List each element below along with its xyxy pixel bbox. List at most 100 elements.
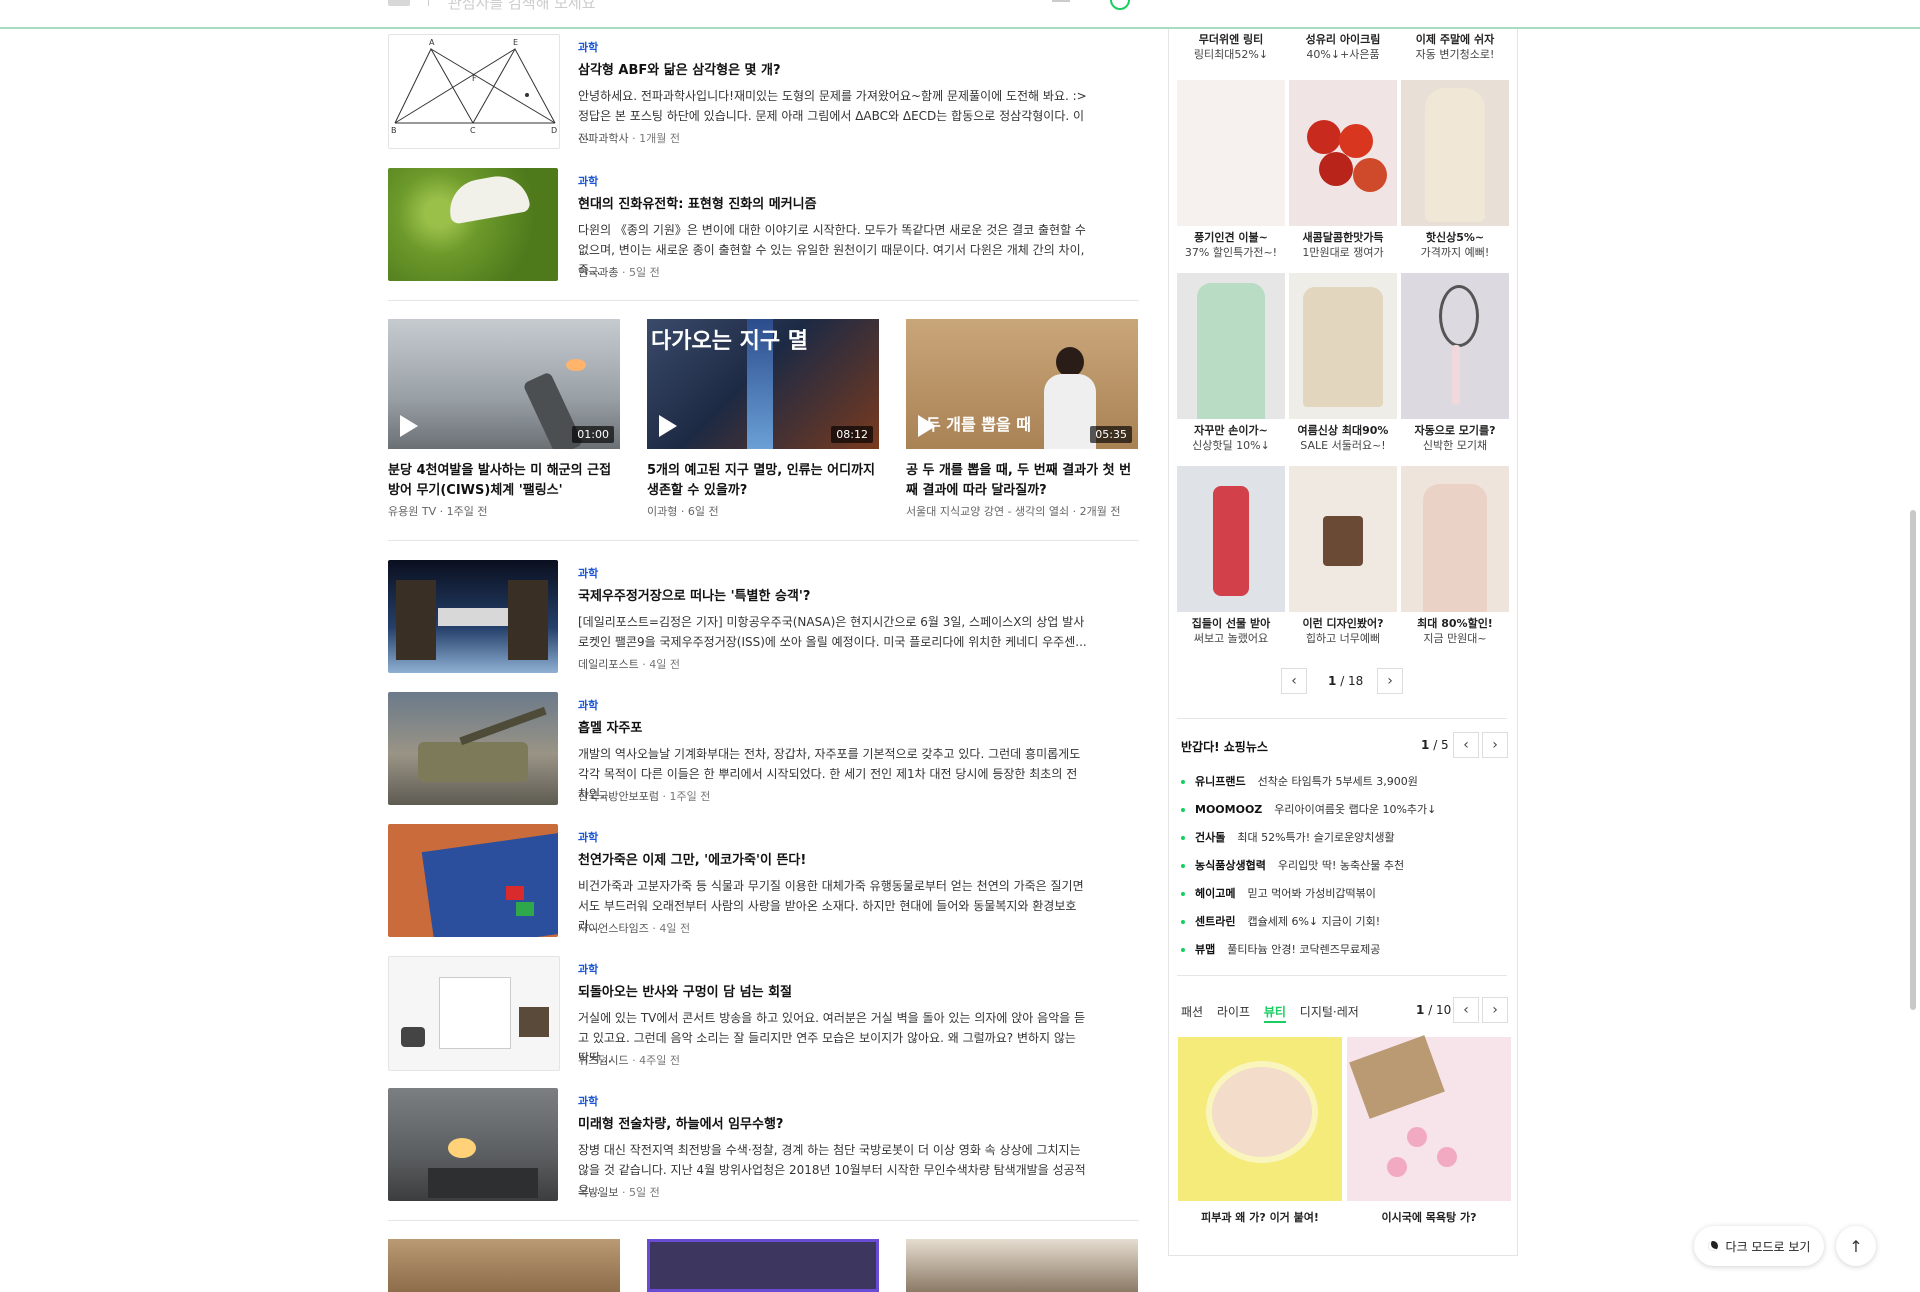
news-text[interactable]: 최대 52%특가! 슬기로운양치생활 (1237, 831, 1394, 844)
article-thumbnail[interactable] (388, 168, 558, 281)
news-brand[interactable]: 건사돌 (1195, 831, 1225, 844)
list-item[interactable]: MOOMOOZ 우리아이여름옷 랩다운 10%추가↓ (1181, 801, 1436, 817)
next-page-button[interactable]: › (1482, 732, 1508, 758)
news-brand[interactable]: 센트라린 (1195, 915, 1235, 928)
video-title[interactable]: 분당 4천여발을 발사하는 미 해군의 근접방어 무기(CIWS)체계 '팰링스… (388, 461, 620, 501)
search-input[interactable]: 관심사를 검색해 보세요 (448, 0, 596, 13)
article-source[interactable]: 위즈덤시드 (578, 1054, 629, 1067)
news-brand[interactable]: 헤이고메 (1195, 887, 1235, 900)
product-name[interactable]: 이런 디자인봤어? (1289, 615, 1397, 631)
play-icon[interactable] (918, 415, 936, 437)
video-thumbnail[interactable] (388, 1239, 620, 1292)
video-source[interactable]: 유용원 TV (388, 505, 436, 518)
tab-digital-leisure[interactable]: 디지털·레저 (1300, 1005, 1359, 1019)
product-image[interactable] (1289, 273, 1397, 419)
article-source[interactable]: 한국국방안보포럼 (578, 790, 659, 803)
article-source[interactable]: 전파과학사 (578, 132, 629, 145)
logo[interactable] (388, 0, 410, 6)
product-image[interactable] (1177, 80, 1285, 226)
product-name[interactable]: 새콤달콤한맛가득 (1289, 229, 1397, 245)
keyboard-icon[interactable] (1052, 0, 1070, 2)
play-icon[interactable] (400, 415, 418, 437)
product-image[interactable] (1401, 80, 1509, 226)
news-text[interactable]: 우리입맛 딱! 농축산물 추천 (1278, 859, 1404, 872)
product-caption[interactable]: 이시국에 목욕탕 가? (1347, 1209, 1511, 1225)
product-name[interactable]: 최대 80%할인! (1401, 615, 1509, 631)
product-name[interactable]: 풍기인견 이불~ (1177, 229, 1285, 245)
list-item[interactable]: 헤이고메 믿고 먹어봐 가성비갑떡볶이 (1181, 885, 1376, 901)
product-name[interactable]: 핫신상5%~ (1401, 229, 1509, 245)
video-title[interactable]: 공 두 개를 뽑을 때, 두 번째 결과가 첫 번째 결과에 따라 달라질까? (906, 461, 1138, 501)
news-brand[interactable]: 유니프랜드 (1195, 775, 1246, 788)
article-thumbnail[interactable] (388, 560, 558, 673)
news-text[interactable]: 선착순 타임특가 5부세트 3,900원 (1258, 775, 1418, 788)
news-text[interactable]: 믿고 먹어봐 가성비갑떡볶이 (1247, 887, 1375, 900)
product-name[interactable]: 성유리 아이크림 (1289, 31, 1397, 47)
video-thumbnail[interactable] (647, 1239, 879, 1292)
article-source[interactable]: 사이언스타임즈 (578, 922, 649, 935)
video-thumbnail[interactable] (906, 1239, 1138, 1292)
product-caption[interactable]: 피부과 왜 가? 이거 붙여! (1178, 1209, 1342, 1225)
article-source[interactable]: 국방일보 (578, 1186, 618, 1199)
list-item[interactable]: 농식품상생협력 우리입맛 딱! 농축산물 추천 (1181, 857, 1404, 873)
product-image[interactable] (1289, 80, 1397, 226)
news-brand[interactable]: MOOMOOZ (1195, 803, 1262, 816)
article-title[interactable]: 국제우주정거장으로 떠나는 '특별한 승객'? (578, 585, 810, 604)
list-item[interactable]: 건사돌 최대 52%특가! 슬기로운양치생활 (1181, 829, 1395, 845)
product-image[interactable] (1289, 466, 1397, 612)
tab-beauty[interactable]: 뷰티 (1263, 1005, 1286, 1023)
article-title[interactable]: 흡멜 자주포 (578, 717, 642, 736)
product-image[interactable] (1347, 1035, 1511, 1201)
article-title[interactable]: 삼각형 ABF와 닮은 삼각형은 몇 개? (578, 59, 781, 78)
tab-fashion[interactable]: 패션 (1181, 1005, 1203, 1019)
product-image[interactable] (1178, 1037, 1342, 1201)
prev-page-button[interactable]: ‹ (1281, 668, 1307, 694)
article-title[interactable]: 현대의 진화유전학: 표현형 진화의 메커니즘 (578, 193, 817, 212)
product-name[interactable]: 이제 주말에 쉬자 (1401, 31, 1509, 47)
article-thumbnail[interactable]: A E B C D F (388, 34, 560, 149)
article-title[interactable]: 되돌아오는 반사와 구멍이 담 넘는 회절 (578, 981, 792, 1000)
video-thumbnail[interactable]: 두 개를 뽑을 때 05:35 (906, 319, 1138, 449)
product-image[interactable] (1177, 273, 1285, 419)
video-source[interactable]: 서울대 지식교양 강연 - 생각의 열쇠 (906, 505, 1069, 518)
news-brand[interactable]: 뷰맵 (1195, 943, 1215, 956)
product-image[interactable] (1401, 273, 1509, 419)
article-summary[interactable]: [데일리포스트=김정은 기자] 미항공우주국(NASA)은 현지시간으로 6월 … (578, 612, 1088, 652)
news-brand[interactable]: 농식품상생협력 (1195, 859, 1266, 872)
product-name[interactable]: 자꾸만 손이가~ (1177, 422, 1285, 438)
news-text[interactable]: 우리아이여름옷 랩다운 10%추가↓ (1274, 803, 1436, 816)
article-title[interactable]: 미래형 전술차량, 하늘에서 임무수행? (578, 1113, 783, 1132)
play-icon[interactable] (659, 415, 677, 437)
article-source[interactable]: 한국과총 (578, 266, 618, 279)
article-source[interactable]: 데일리포스트 (578, 658, 639, 671)
prev-page-button[interactable]: ‹ (1453, 732, 1479, 758)
news-text[interactable]: 풀티타늄 안경! 코닥렌즈무료제공 (1227, 943, 1380, 956)
product-image[interactable] (1177, 466, 1285, 612)
product-name[interactable]: 자동으로 모기를? (1401, 422, 1509, 438)
article-thumbnail[interactable] (388, 956, 560, 1071)
article-thumbnail[interactable] (388, 1088, 558, 1201)
article-thumbnail[interactable] (388, 692, 558, 805)
video-thumbnail[interactable]: 다가오는 지구 멸 08:12 (647, 319, 879, 449)
list-item[interactable]: 뷰맵 풀티타늄 안경! 코닥렌즈무료제공 (1181, 941, 1380, 957)
next-page-button[interactable]: › (1377, 668, 1403, 694)
search-icon[interactable] (1110, 0, 1130, 10)
scroll-top-button[interactable]: ↑ (1836, 1226, 1876, 1266)
list-item[interactable]: 유니프랜드 선착순 타임특가 5부세트 3,900원 (1181, 773, 1418, 789)
article-thumbnail[interactable] (388, 824, 558, 937)
video-thumbnail[interactable]: 01:00 (388, 319, 620, 449)
product-name[interactable]: 여름신상 최대90% (1289, 422, 1397, 438)
video-source[interactable]: 이과형 (647, 505, 677, 518)
dark-mode-button[interactable]: 다크 모드로 보기 (1694, 1226, 1824, 1266)
video-title[interactable]: 5개의 예고된 지구 멸망, 인류는 어디까지 생존할 수 있을까? (647, 461, 879, 501)
article-title[interactable]: 천연가죽은 이제 그만, '에코가죽'이 뜬다! (578, 849, 806, 868)
scrollbar[interactable] (1910, 510, 1916, 1010)
news-text[interactable]: 캡슐세제 6%↓ 지금이 기회! (1247, 915, 1380, 928)
product-name[interactable]: 무더위엔 링티 (1177, 31, 1285, 47)
next-page-button[interactable]: › (1482, 997, 1508, 1023)
product-name[interactable]: 집들이 선물 받아 (1177, 615, 1285, 631)
list-item[interactable]: 센트라린 캡슐세제 6%↓ 지금이 기회! (1181, 913, 1380, 929)
tab-life[interactable]: 라이프 (1217, 1005, 1250, 1019)
product-image[interactable] (1401, 466, 1509, 612)
prev-page-button[interactable]: ‹ (1453, 997, 1479, 1023)
